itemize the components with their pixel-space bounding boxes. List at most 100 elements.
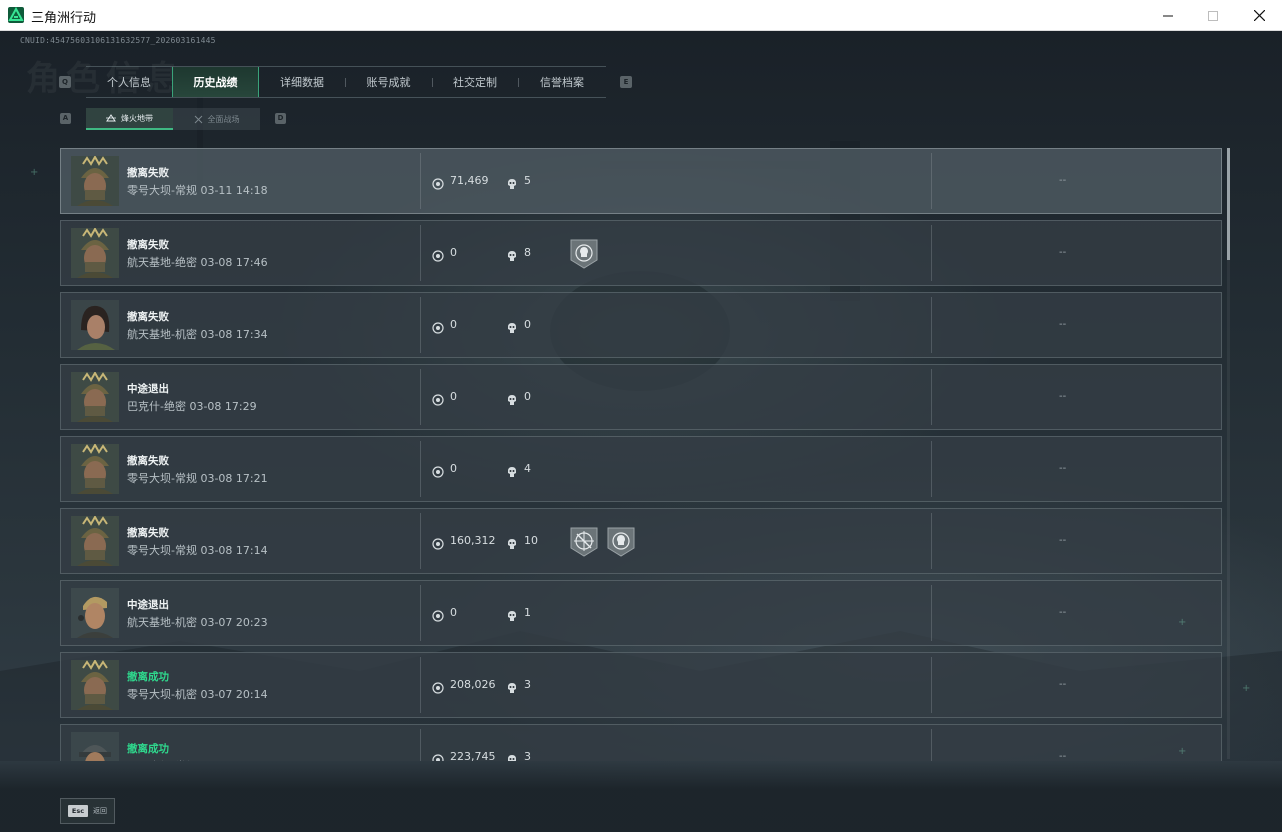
match-record-row[interactable]: 撤离失败 航天基地-机密 03-08 17:34 0 0 -- — [60, 292, 1222, 358]
asset-value: 71,469 — [450, 174, 489, 187]
tab-match-history[interactable]: 历史战绩 — [172, 67, 259, 97]
map-and-time: 零号大坝-常规 03-08 17:21 — [127, 472, 268, 485]
kill-count: 4 — [524, 462, 531, 475]
close-button[interactable] — [1236, 0, 1282, 31]
map-and-time: 巴克什-绝密 03-08 17:29 — [127, 400, 257, 413]
subtab-label: 烽火地带 — [121, 113, 153, 123]
currency-icon — [432, 247, 444, 262]
column-divider — [931, 441, 932, 497]
extra-info: -- — [1059, 535, 1067, 546]
game-viewport: 角色信息 CNUID:45475603106131632577_20260316… — [0, 31, 1282, 832]
extraction-result: 中途退出 — [127, 383, 169, 395]
subtab-prev-key-hint[interactable]: A — [60, 113, 71, 124]
column-divider — [420, 369, 421, 425]
extra-info: -- — [1059, 463, 1067, 474]
operator-avatar — [71, 444, 119, 494]
column-divider — [420, 225, 421, 281]
currency-icon — [432, 535, 444, 550]
tab-social-custom[interactable]: 社交定制 — [432, 67, 518, 97]
kill-count: 3 — [524, 678, 531, 691]
operator-avatar — [71, 516, 119, 566]
tab-personal-info[interactable]: 个人信息 — [86, 67, 172, 97]
subtab-hazard-zone[interactable]: 烽火地带 — [86, 108, 173, 130]
kill-count: 3 — [524, 750, 531, 761]
asset-value: 0 — [450, 606, 457, 619]
subtab-label: 全面战场 — [207, 114, 240, 124]
decor-plus-icon: + — [1178, 617, 1187, 628]
scrollbar-thumb[interactable] — [1227, 148, 1230, 260]
currency-icon — [432, 319, 444, 334]
map-and-time: 零号大坝-机密 03-07 20:14 — [127, 688, 268, 701]
operator-avatar — [71, 732, 119, 761]
extraction-result: 撤离成功 — [127, 671, 169, 683]
skull-icon — [506, 391, 518, 405]
warfare-icon — [194, 115, 202, 123]
map-and-time: 航天基地-机密 03-08 17:34 — [127, 328, 268, 341]
window-title: 三角洲行动 — [31, 11, 97, 26]
extra-info: -- — [1059, 319, 1067, 330]
hazard-zone-icon — [106, 114, 116, 122]
column-divider — [420, 729, 421, 761]
window-titlebar[interactable]: 三角洲行动 — [0, 0, 1282, 31]
skull-badge-icon[interactable] — [606, 526, 636, 558]
extra-info: -- — [1059, 175, 1067, 186]
maximize-button[interactable] — [1190, 0, 1236, 31]
tab-detailed-stats[interactable]: 详细数据 — [259, 67, 345, 97]
column-divider — [420, 297, 421, 353]
match-record-row[interactable]: 中途退出 巴克什-绝密 03-08 17:29 0 0 -- — [60, 364, 1222, 430]
extra-info: -- — [1059, 247, 1067, 258]
match-history-list[interactable]: 撤离失败 零号大坝-常规 03-11 14:18 71,469 5 -- 撤离失败 航天基地… — [60, 148, 1223, 761]
asset-value: 223,745 — [450, 750, 496, 761]
match-record-row[interactable]: 撤离失败 零号大坝-常规 03-11 14:18 71,469 5 -- — [60, 148, 1222, 214]
skull-icon — [506, 679, 518, 693]
esc-key-hint: Esc — [68, 805, 88, 817]
match-record-row[interactable]: 撤离成功零号大坝-常规223,7453-- — [60, 724, 1222, 761]
tab-prev-key-hint[interactable]: Q — [59, 76, 71, 88]
skull-icon — [506, 535, 518, 549]
skull-badge-icon[interactable] — [569, 238, 599, 270]
extraction-result: 撤离失败 — [127, 455, 169, 467]
currency-icon — [432, 751, 444, 761]
skull-icon — [506, 607, 518, 621]
player-uid: CNUID:45475603106131632577_202603161445 — [20, 36, 216, 45]
asset-value: 0 — [450, 318, 457, 331]
operator-avatar — [71, 228, 119, 278]
column-divider — [420, 441, 421, 497]
extraction-result: 撤离失败 — [127, 239, 169, 251]
column-divider — [420, 513, 421, 569]
kill-count: 0 — [524, 318, 531, 331]
minimize-button[interactable] — [1145, 0, 1191, 31]
column-divider — [420, 657, 421, 713]
subtab-warfare[interactable]: 全面战场 — [173, 108, 260, 130]
tab-achievements[interactable]: 账号成就 — [345, 67, 432, 97]
currency-icon — [432, 607, 444, 622]
tab-reputation[interactable]: 信誉档案 — [518, 67, 606, 97]
kill-count: 1 — [524, 606, 531, 619]
operator-avatar — [71, 156, 119, 206]
tab-next-key-hint[interactable]: E — [620, 76, 632, 88]
tab-label: 社交定制 — [453, 76, 497, 89]
column-divider — [931, 513, 932, 569]
map-and-time: 零号大坝-常规 03-08 17:14 — [127, 544, 268, 557]
column-divider — [931, 153, 932, 209]
match-record-row[interactable]: 撤离成功 零号大坝-机密 03-07 20:14 208,026 3 -- — [60, 652, 1222, 718]
crosshair-badge-icon[interactable] — [569, 526, 599, 558]
match-record-row[interactable]: 撤离失败 零号大坝-常规 03-08 17:21 0 4 -- — [60, 436, 1222, 502]
back-button[interactable]: Esc 返回 — [60, 798, 115, 824]
operator-avatar — [71, 660, 119, 710]
match-record-row[interactable]: 中途退出 航天基地-机密 03-07 20:23 0 1 -- — [60, 580, 1222, 646]
match-record-row[interactable]: 撤离失败 航天基地-绝密 03-08 17:46 0 8 -- — [60, 220, 1222, 286]
close-icon — [1253, 10, 1265, 21]
currency-icon — [432, 391, 444, 406]
extraction-result: 撤离失败 — [127, 527, 169, 539]
skull-icon — [506, 175, 518, 189]
column-divider — [420, 585, 421, 641]
kill-count: 10 — [524, 534, 538, 547]
match-record-row[interactable]: 撤离失败 零号大坝-常规 03-08 17:14 160,312 10 -- — [60, 508, 1222, 574]
extra-info: -- — [1059, 391, 1067, 402]
column-divider — [931, 657, 932, 713]
list-scrollbar[interactable] — [1227, 148, 1230, 759]
column-divider — [931, 585, 932, 641]
subtab-next-key-hint[interactable]: D — [275, 113, 286, 124]
tab-label: 个人信息 — [107, 76, 151, 89]
